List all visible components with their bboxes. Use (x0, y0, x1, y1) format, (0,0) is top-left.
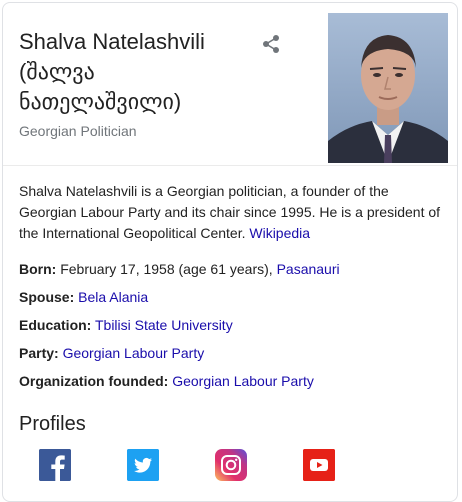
person-name-heading: Shalva Natelashvili (შალვა ნათელაშვილი) (19, 27, 249, 117)
party-link[interactable]: Georgian Labour Party (63, 345, 205, 361)
portrait-image (328, 13, 448, 163)
youtube-profile-link[interactable] (303, 449, 335, 481)
panel-header: Shalva Natelashvili (შალვა ნათელაშვილი) … (3, 3, 457, 166)
fact-organization: Organization founded: Georgian Labour Pa… (19, 371, 314, 391)
spouse-link[interactable]: Bela Alania (78, 289, 148, 305)
description-block: Shalva Natelashvili is a Georgian politi… (19, 181, 444, 244)
native-name-line-1: (შალვა (19, 59, 95, 84)
share-icon (263, 35, 279, 53)
person-name: Shalva Natelashvili (19, 29, 205, 54)
fact-label-organization: Organization founded: (19, 373, 169, 389)
fact-label-spouse: Spouse: (19, 289, 75, 305)
native-name-line-2: ნათელაშვილი) (19, 89, 182, 114)
facebook-profile-link[interactable] (39, 449, 71, 481)
fact-value-born: February 17, 1958 (age 61 years), (60, 261, 273, 277)
education-link[interactable]: Tbilisi State University (95, 317, 233, 333)
description-text: Shalva Natelashvili is a Georgian politi… (19, 183, 441, 241)
person-photo[interactable] (328, 13, 448, 163)
fact-born: Born: February 17, 1958 (age 61 years), … (19, 259, 340, 279)
organization-link[interactable]: Georgian Labour Party (172, 373, 314, 389)
fact-label-born: Born: (19, 261, 57, 277)
fact-education: Education: Tbilisi State University (19, 315, 233, 335)
fact-spouse: Spouse: Bela Alania (19, 287, 148, 307)
person-subtitle: Georgian Politician (19, 123, 137, 139)
instagram-profile-link[interactable] (215, 449, 247, 481)
fact-party: Party: Georgian Labour Party (19, 343, 204, 363)
wikipedia-link[interactable]: Wikipedia (249, 225, 310, 241)
birthplace-link[interactable]: Pasanauri (277, 261, 340, 277)
profiles-heading: Profiles (19, 413, 86, 435)
instagram-icon (215, 449, 247, 481)
youtube-icon (303, 449, 335, 481)
twitter-profile-link[interactable] (127, 449, 159, 481)
fact-label-party: Party: (19, 345, 59, 361)
twitter-icon (127, 449, 159, 481)
knowledge-panel: Shalva Natelashvili (შალვა ნათელაშვილი) … (2, 2, 458, 502)
fact-label-education: Education: (19, 317, 92, 333)
facebook-icon (39, 449, 71, 481)
share-button[interactable] (261, 34, 281, 54)
